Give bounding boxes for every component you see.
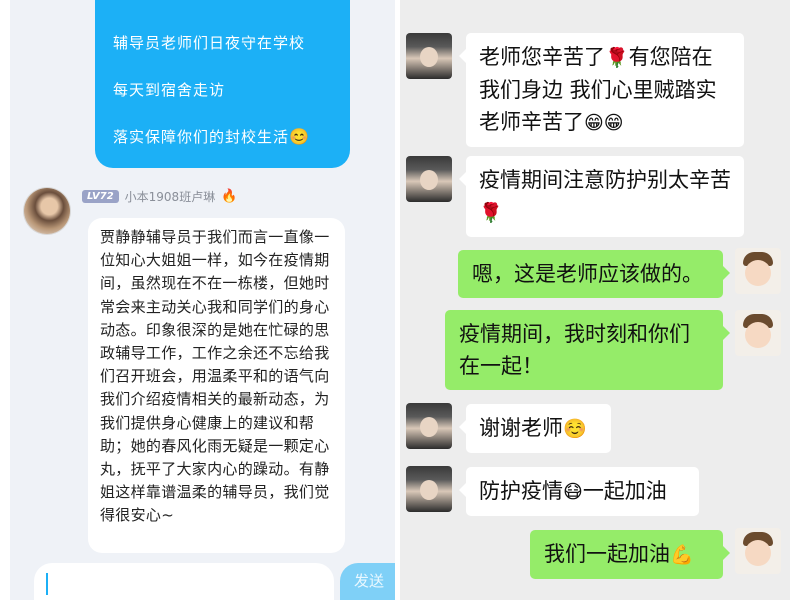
avatar[interactable]	[735, 528, 781, 574]
message-bubble[interactable]: 疫情期间，我时刻和你们在一起！	[445, 310, 730, 390]
avatar[interactable]	[24, 188, 70, 234]
avatar[interactable]	[735, 248, 781, 294]
rose-emoji-icon: 🌹	[605, 47, 629, 69]
mask-emoji-icon: 😷	[563, 481, 583, 503]
avatar[interactable]	[406, 33, 452, 79]
flex-emoji-icon: 💪	[670, 544, 694, 566]
text-caret	[46, 573, 48, 595]
avatar[interactable]	[406, 403, 452, 449]
message-bubble[interactable]: 我们一起加油💪	[530, 530, 730, 579]
sent-message-bubble[interactable]: 辅导员老师们日夜守在学校 每天到宿舍走访 落实保障你们的封校生活😊	[95, 0, 350, 168]
message-bubble[interactable]: 疫情期间注意防护别太辛苦🌹	[459, 156, 744, 237]
message-text: 贾静静辅导员于我们而言一直像一位知心大姐姐一样，如今在疫情期间，虽然现在不在一栋…	[100, 228, 330, 525]
avatar[interactable]	[406, 156, 452, 202]
avatar[interactable]	[735, 310, 781, 356]
sender-info: LV72 小本1908班卢琳 🔥	[82, 188, 237, 205]
avatar[interactable]	[406, 466, 452, 512]
message-input[interactable]	[34, 563, 334, 600]
wechat-chat-panel: 老师您辛苦了🌹有您陪在我们身边 我们心里贼踏实老师辛苦了😁😁 疫情期间注意防护别…	[400, 0, 790, 600]
sent-line: 落实保障你们的封校生活😊	[113, 127, 310, 146]
qq-chat-panel: 辅导员老师们日夜守在学校 每天到宿舍走访 落实保障你们的封校生活😊 LV72 小…	[10, 0, 395, 600]
received-message-bubble[interactable]: 贾静静辅导员于我们而言一直像一位知心大姐姐一样，如今在疫情期间，虽然现在不在一栋…	[88, 218, 345, 553]
sent-line: 每天到宿舍走访	[113, 81, 226, 99]
sent-line: 辅导员老师们日夜守在学校	[113, 34, 306, 52]
flame-icon: 🔥	[221, 189, 238, 204]
message-bubble[interactable]: 防护疫情😷一起加油	[459, 467, 699, 516]
message-bubble[interactable]: 嗯，这是老师应该做的。	[458, 250, 730, 298]
message-bubble[interactable]: 老师您辛苦了🌹有您陪在我们身边 我们心里贼踏实老师辛苦了😁😁	[459, 33, 744, 147]
message-bubble[interactable]: 谢谢老师☺️	[459, 404, 611, 453]
send-button[interactable]: 发送	[340, 563, 395, 600]
sender-name[interactable]: 小本1908班卢琳	[125, 188, 216, 205]
smile-emoji-icon: 😊	[289, 127, 310, 146]
level-badge: LV72	[82, 190, 119, 203]
smile-emoji-icon: ☺️	[563, 418, 587, 440]
grin-emoji-icon: 😁😁	[584, 112, 624, 134]
rose-emoji-icon: 🌹	[479, 202, 503, 224]
